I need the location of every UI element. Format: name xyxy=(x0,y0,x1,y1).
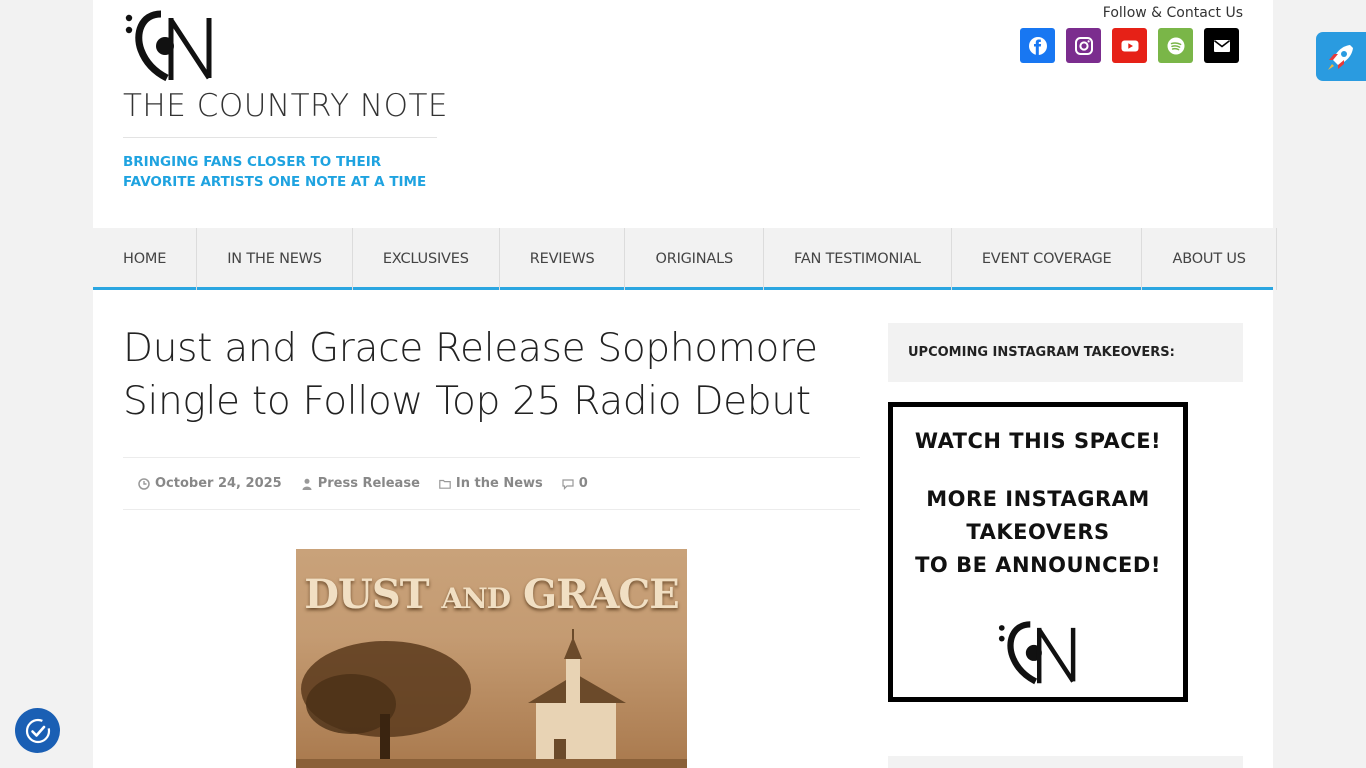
cookie-consent-button[interactable] xyxy=(15,708,60,753)
post-comments[interactable]: 0 xyxy=(562,476,588,491)
nav-item-home[interactable]: HOME xyxy=(93,228,198,290)
folder-icon xyxy=(439,479,451,489)
promo-logo xyxy=(998,621,1076,685)
cover-scenery xyxy=(296,629,687,768)
facebook-button[interactable] xyxy=(1020,28,1055,63)
nav-item-reviews[interactable]: REVIEWS xyxy=(500,228,626,290)
post-author[interactable]: Press Release xyxy=(301,476,420,491)
rocket-launch-button[interactable] xyxy=(1316,32,1366,81)
post-featured-image[interactable]: DUST AND GRACE xyxy=(296,549,687,768)
cover-title-and: AND xyxy=(441,582,511,615)
youtube-icon xyxy=(1121,40,1138,51)
clock-icon xyxy=(138,477,150,490)
spotify-button[interactable] xyxy=(1158,28,1193,63)
nav-item-event-coverage[interactable]: EVENT COVERAGE xyxy=(952,228,1143,290)
post-meta: October 24, 2025 Press Release In the Ne… xyxy=(123,457,860,510)
post-category-text: In the News xyxy=(455,476,543,491)
nav-item-exclusives[interactable]: EXCLUSIVES xyxy=(353,228,500,290)
post-date[interactable]: October 24, 2025 xyxy=(138,476,282,491)
privacy-check-icon xyxy=(25,718,50,743)
sidebar-widget-next xyxy=(888,756,1243,768)
nav-item-fan-testimonial[interactable]: FAN TESTIMONIAL xyxy=(764,228,952,290)
instagram-button[interactable] xyxy=(1066,28,1101,63)
promo-line-2: MORE INSTAGRAM xyxy=(926,487,1150,511)
youtube-button[interactable] xyxy=(1112,28,1147,63)
cover-title-dust: DUST xyxy=(304,571,429,618)
nav-item-about-us[interactable]: ABOUT US xyxy=(1142,228,1277,290)
instagram-takeover-promo[interactable]: WATCH THIS SPACE! MORE INSTAGRAM TAKEOVE… xyxy=(888,402,1188,702)
main-navigation: HOME IN THE NEWS EXCLUSIVES REVIEWS ORIG… xyxy=(93,228,1277,290)
promo-body: MORE INSTAGRAM TAKEOVERS TO BE ANNOUNCED… xyxy=(893,483,1183,582)
social-links xyxy=(1020,28,1239,63)
post-date-text: October 24, 2025 xyxy=(155,476,282,491)
promo-headline: WATCH THIS SPACE! xyxy=(914,429,1162,453)
site-tagline: BRINGING FANS CLOSER TO THEIR FAVORITE A… xyxy=(123,154,427,190)
rocket-icon xyxy=(1328,44,1353,70)
promo-line-4: TO BE ANNOUNCED! xyxy=(915,553,1161,577)
promo-line-3: TAKEOVERS xyxy=(966,520,1110,544)
site-title[interactable]: THE COUNTRY NOTE xyxy=(123,88,448,124)
cover-title-grace: GRACE xyxy=(522,571,680,618)
email-button[interactable] xyxy=(1204,28,1239,63)
page-container: THE COUNTRY NOTE BRINGING FANS CLOSER TO… xyxy=(93,0,1277,768)
instagram-icon xyxy=(1074,36,1093,55)
post-author-text: Press Release xyxy=(317,476,420,491)
nav-item-originals[interactable]: ORIGINALS xyxy=(625,228,765,290)
site-logo[interactable] xyxy=(123,8,223,82)
user-icon xyxy=(302,478,312,490)
post-category[interactable]: In the News xyxy=(439,476,543,491)
email-icon xyxy=(1213,39,1230,52)
post-title: Dust and Grace Release Sophomore Single … xyxy=(123,326,818,424)
post-comments-count: 0 xyxy=(578,476,588,491)
follow-contact-label: Follow & Contact Us xyxy=(1102,5,1243,21)
facebook-icon xyxy=(1028,36,1047,55)
nav-item-in-the-news[interactable]: IN THE NEWS xyxy=(197,228,353,290)
comment-icon xyxy=(562,478,574,490)
spotify-icon xyxy=(1167,37,1184,54)
sidebar-widget-title: UPCOMING INSTAGRAM TAKEOVERS: xyxy=(888,323,1243,382)
cover-title: DUST AND GRACE xyxy=(296,571,687,618)
title-divider xyxy=(123,137,437,138)
